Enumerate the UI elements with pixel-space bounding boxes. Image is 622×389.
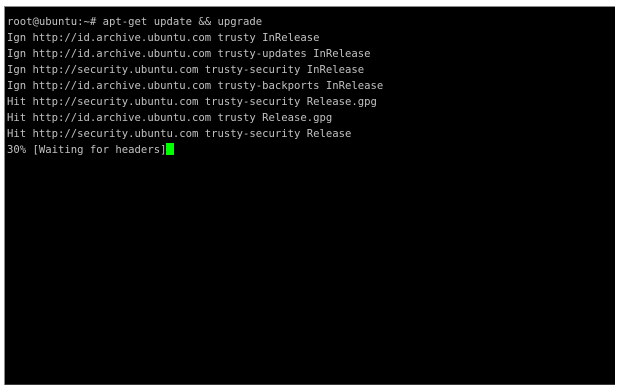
terminal-progress-line: 30% [Waiting for headers] — [7, 142, 615, 158]
terminal-line: Hit http://id.archive.ubuntu.com trusty … — [7, 112, 333, 124]
terminal-window: root@ubuntu:~# apt-get update && upgrade… — [0, 0, 622, 389]
terminal-line: Ign http://id.archive.ubuntu.com trusty-… — [7, 80, 384, 92]
text-cursor — [166, 143, 175, 155]
terminal-bottom-border — [5, 384, 615, 385]
terminal-line: Hit http://security.ubuntu.com trusty-se… — [7, 128, 352, 140]
terminal-line: Ign http://id.archive.ubuntu.com trusty … — [7, 32, 320, 44]
terminal-output[interactable]: root@ubuntu:~# apt-get update && upgrade… — [4, 6, 615, 385]
progress-text: 30% [Waiting for headers] — [7, 144, 167, 156]
terminal-line: Hit http://security.ubuntu.com trusty-se… — [7, 96, 377, 108]
terminal-line: Ign http://security.ubuntu.com trusty-se… — [7, 64, 365, 76]
terminal-line: Ign http://id.archive.ubuntu.com trusty-… — [7, 48, 371, 60]
terminal-line-command: root@ubuntu:~# apt-get update && upgrade — [7, 16, 263, 28]
